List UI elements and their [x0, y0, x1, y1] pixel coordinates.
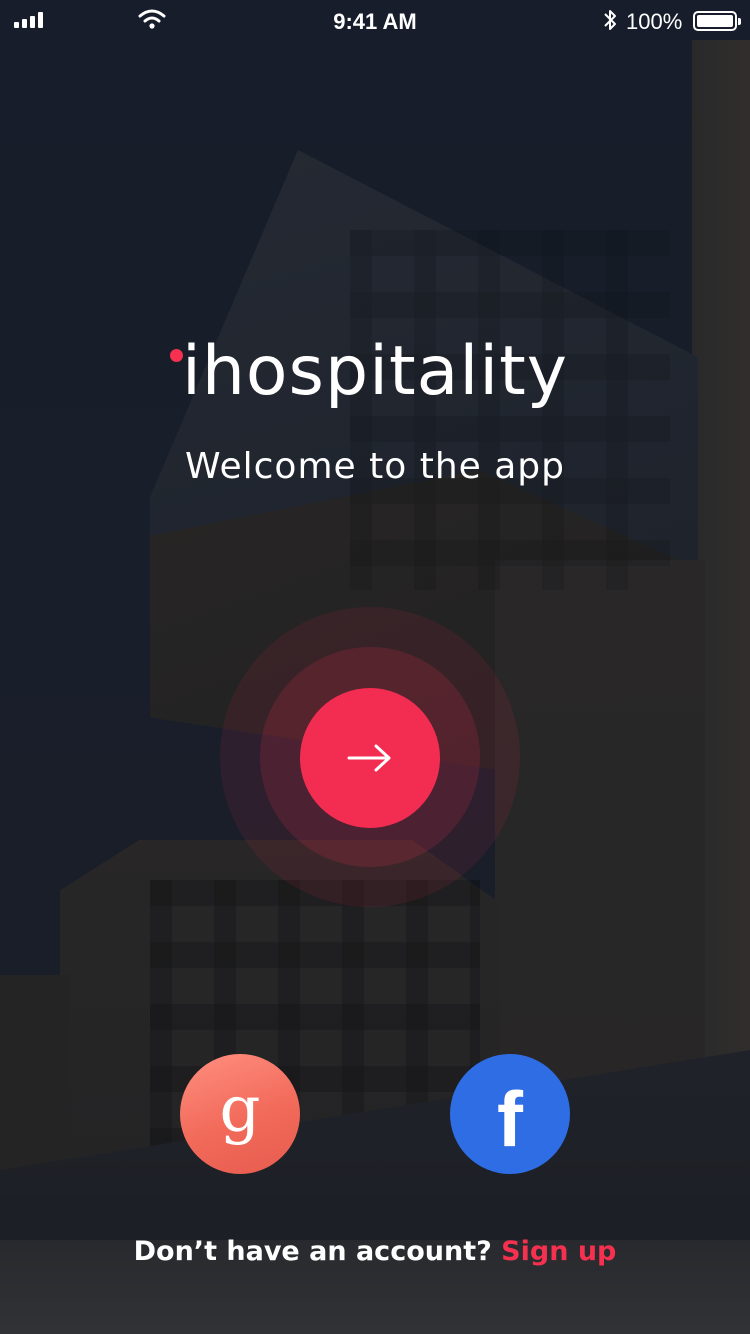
- app-logo-title: ihospitality: [181, 332, 569, 411]
- google-icon: g: [219, 1073, 261, 1147]
- battery-level: [697, 15, 733, 27]
- signup-prompt-row: Don’t have an account? Sign up: [0, 1236, 750, 1267]
- status-bar: 9:41 AM 100%: [0, 0, 750, 40]
- signup-link[interactable]: Sign up: [501, 1236, 616, 1267]
- battery-icon: [693, 11, 741, 31]
- facebook-login-button[interactable]: f: [450, 1054, 570, 1174]
- signup-prompt-text: Don’t have an account?: [133, 1236, 502, 1267]
- battery-percent: 100%: [626, 9, 683, 34]
- bluetooth-icon: [604, 10, 616, 30]
- arrow-right-icon: [347, 744, 391, 772]
- logo-accent-dot: [170, 349, 183, 362]
- continue-button[interactable]: [300, 688, 440, 828]
- welcome-subtitle: Welcome to the app: [185, 446, 565, 487]
- facebook-icon: f: [497, 1075, 523, 1163]
- google-login-button[interactable]: g: [180, 1054, 300, 1174]
